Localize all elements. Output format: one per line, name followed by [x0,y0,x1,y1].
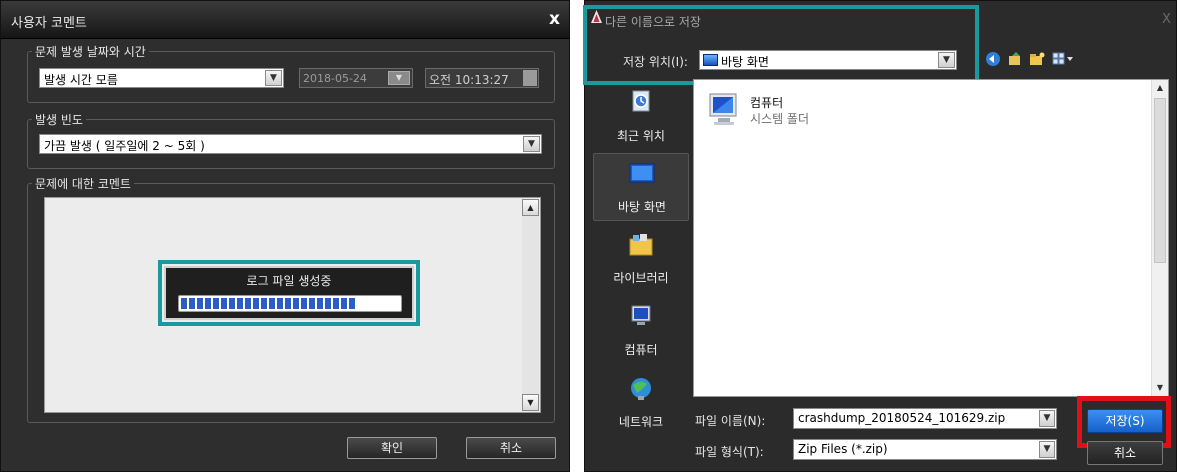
scroll-up-icon[interactable]: ▲ [1152,80,1168,96]
user-comment-dialog: 사용자 코멘트 x 문제 발생 날짜와 시간 발생 시간 모름 ▼ 2018-0… [0,0,570,472]
time-picker[interactable]: 오전 10:13:27 [425,68,539,88]
up-folder-icon[interactable] [1007,51,1023,67]
file-list-scrollbar[interactable]: ▲ ▼ [1151,80,1168,396]
comment-scrollbar[interactable]: ▲ ▼ [522,199,539,411]
computer-icon [631,305,651,325]
date-picker[interactable]: 2018-05-24 ▼ [299,68,413,88]
scroll-thumb[interactable] [1154,98,1166,263]
place-label: 네트워크 [618,415,664,429]
chevron-down-icon[interactable]: ▼ [265,70,282,86]
scroll-down-icon[interactable]: ▼ [1152,380,1168,396]
save-as-dialog: 다른 이름으로 저장 X 저장 위치(I): 바탕 화면 ▼ 최근 위치 바탕 … [583,0,1177,472]
ok-button[interactable]: 확인 [347,437,437,459]
filename-value: crashdump_20180524_101629.zip [798,411,1006,425]
recent-places-icon [632,90,650,112]
place-label: 최근 위치 [617,129,665,143]
libraries-icon [629,234,653,256]
back-icon[interactable] [985,51,1001,67]
callout-highlight [583,5,979,85]
place-network[interactable]: 네트워크 [593,369,689,437]
place-desktop[interactable]: 바탕 화면 [593,153,689,221]
computer-icon [709,93,737,125]
progress-bar [178,295,402,312]
time-mode-value: 발생 시간 모름 [44,73,118,87]
place-computer[interactable]: 컴퓨터 [593,297,689,365]
place-label: 바탕 화면 [618,200,666,214]
desktop-icon [629,163,655,183]
chevron-down-icon[interactable]: ▼ [1039,441,1055,458]
frequency-value: 가끔 발생 ( 일주일에 2 ~ 5회 ) [44,139,205,153]
date-value: 2018-05-24 [303,72,367,85]
progress-fill [181,298,355,309]
cancel-button[interactable]: 취소 [1087,441,1163,465]
chevron-down-icon[interactable]: ▼ [1039,410,1055,427]
comment-group-label: 문제에 대한 코멘트 [32,175,134,192]
calendar-dropdown-icon[interactable]: ▼ [388,71,410,85]
frequency-select[interactable]: 가끔 발생 ( 일주일에 2 ~ 5회 ) ▼ [39,134,542,154]
chevron-down-icon[interactable]: ▼ [523,136,540,152]
place-recent[interactable]: 최근 위치 [593,83,689,151]
file-name: 컴퓨터 [750,96,784,110]
filetype-select[interactable]: Zip Files (*.zip) ▼ [793,439,1057,460]
time-spinner[interactable] [523,70,537,86]
new-folder-icon[interactable] [1029,51,1045,67]
cancel-button[interactable]: 취소 [466,437,556,459]
filetype-label: 파일 형식(T): [695,445,764,459]
place-label: 라이브러리 [613,271,669,285]
progress-title: 로그 파일 생성중 [246,274,332,288]
occurrence-group-label: 문제 발생 날짜와 시간 [32,43,149,60]
filename-input[interactable]: crashdump_20180524_101629.zip ▼ [793,408,1057,429]
place-libraries[interactable]: 라이브러리 [593,225,689,293]
frequency-group-label: 발생 빈도 [32,111,86,128]
title-bar: 사용자 코멘트 x [1,1,569,39]
filetype-value: Zip Files (*.zip) [798,442,888,456]
log-progress-popup: 로그 파일 생성중 [164,266,414,320]
filename-label: 파일 이름(N): [695,414,766,428]
dialog-title: 사용자 코멘트 [11,16,87,31]
time-value: 오전 10:13:27 [429,73,509,87]
close-button[interactable]: X [1162,12,1171,27]
file-description: 시스템 폴더 [750,112,810,126]
close-button[interactable]: x [549,9,560,29]
save-button[interactable]: 저장(S) [1087,409,1163,433]
network-icon [631,378,651,400]
places-bar: 최근 위치 바탕 화면 라이브러리 컴퓨터 네트워크 [589,79,691,472]
file-list[interactable]: 컴퓨터 시스템 폴더 ▲ ▼ [693,79,1169,397]
time-mode-select[interactable]: 발생 시간 모름 ▼ [39,68,284,88]
scroll-up-icon[interactable]: ▲ [522,199,539,216]
view-menu-icon[interactable] [1052,51,1074,67]
place-label: 컴퓨터 [624,343,658,357]
scroll-down-icon[interactable]: ▼ [522,394,539,411]
